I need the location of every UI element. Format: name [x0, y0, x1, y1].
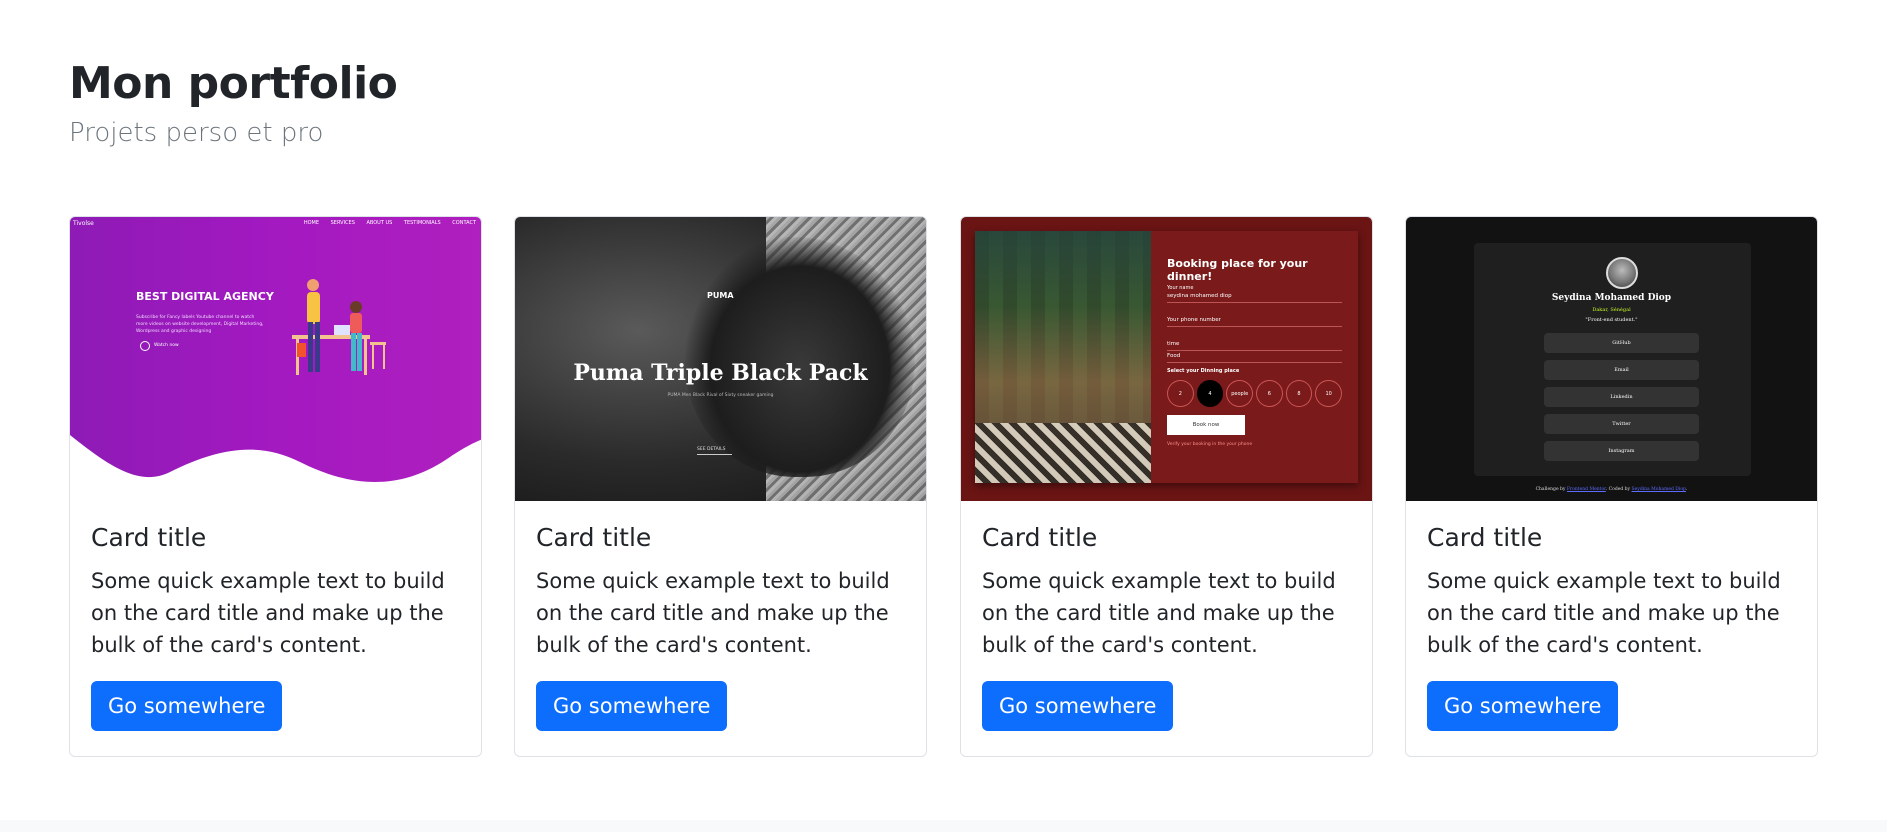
go-somewhere-button[interactable]: Go somewhere — [536, 681, 728, 731]
thumb-nav-item: SERVICES — [330, 220, 355, 226]
card-title: Card title — [91, 523, 207, 552]
profile-link: Twitter — [1544, 414, 1699, 434]
name-label: Your name — [1167, 285, 1194, 291]
food-select: Food — [1167, 353, 1342, 363]
puma-logo: PUMA — [707, 291, 734, 300]
avatar — [1606, 257, 1638, 289]
project-card: Booking place for your dinner! Your name… — [960, 216, 1373, 757]
tiled-floor — [975, 423, 1151, 483]
credit-coder-link: Seydina Mohamed Diop — [1631, 487, 1686, 492]
thumb-brand: Tivolse — [73, 220, 94, 227]
profile-tagline: "Front-end student." — [1585, 317, 1638, 323]
card-text: Some quick example text to build on the … — [1427, 569, 1781, 657]
seat-option: people — [1226, 380, 1254, 407]
seat-option: 6 — [1256, 380, 1283, 407]
thumb-headline: BEST DIGITAL AGENCY — [136, 290, 274, 303]
card-image[interactable]: Seydina Mohamed Diop Dakar, Sénégal "Fro… — [1406, 217, 1817, 501]
booking-form: Booking place for your dinner! Your name… — [1167, 257, 1343, 447]
card-image[interactable]: Tivolse HOME SERVICES ABOUT US TESTIMONI… — [70, 217, 481, 501]
project-card: Tivolse HOME SERVICES ABOUT US TESTIMONI… — [69, 216, 482, 757]
credit-author-link: Frontend Mentor — [1566, 487, 1606, 492]
thumb-nav-item: TESTIMONIALS — [403, 220, 441, 226]
card-title: Card title — [1427, 523, 1543, 552]
card-body: Card title Some quick example text to bu… — [961, 501, 1372, 753]
thumb-caption: PUMA Men Black Rival of Sixty sneaker ga… — [667, 393, 774, 398]
go-somewhere-button[interactable]: Go somewhere — [982, 681, 1174, 731]
thumb-nav: HOME SERVICES ABOUT US TESTIMONIALS CONT… — [294, 220, 476, 226]
card-title: Card title — [982, 523, 1098, 552]
page-title: Mon portfolio — [69, 58, 398, 109]
name-field: seydina mohamed diop — [1167, 293, 1342, 303]
seat-option: 8 — [1285, 380, 1313, 407]
thumb-cta: SEE DETAILS — [697, 447, 732, 455]
thumb-play-label: Watch now — [154, 343, 179, 348]
seat-options: 2 4 people 6 8 10 — [1167, 380, 1343, 407]
attribution: Challenge by Frontend Mentor. Coded by S… — [1406, 487, 1817, 492]
seat-option: 10 — [1315, 380, 1343, 407]
play-icon — [140, 341, 150, 351]
profile-link: Linkedin — [1544, 387, 1699, 407]
credit-mid: . Coded by — [1605, 487, 1631, 492]
project-card: Seydina Mohamed Diop Dakar, Sénégal "Fro… — [1405, 216, 1818, 757]
credit-prefix: Challenge by — [1535, 487, 1566, 492]
go-somewhere-button[interactable]: Go somewhere — [91, 681, 283, 731]
thumb-nav-item: HOME — [303, 220, 320, 226]
credit-suffix: . — [1685, 487, 1688, 492]
card-grid: Tivolse HOME SERVICES ABOUT US TESTIMONI… — [69, 216, 1818, 757]
card-text: Some quick example text to build on the … — [91, 569, 445, 657]
project-card: PUMA Puma Triple Black Pack PUMA Men Bla… — [514, 216, 927, 757]
wave-shape — [70, 279, 481, 501]
page-header: Mon portfolio Projets perso et pro — [69, 54, 398, 148]
card-title: Card title — [536, 523, 652, 552]
profile-link: Email — [1544, 360, 1699, 380]
profile-link: Instagram — [1544, 441, 1699, 461]
thumb-description: Subscribe for Fancy labels Youtube chann… — [136, 315, 264, 334]
card-body: Card title Some quick example text to bu… — [70, 501, 481, 753]
thumb-headline: Booking place for your dinner! — [1167, 257, 1308, 283]
card-body: Card title Some quick example text to bu… — [515, 501, 926, 753]
profile-location: Dakar, Sénégal — [1592, 307, 1631, 313]
thumb-nav-item: ABOUT US — [366, 220, 393, 226]
restaurant-photo — [975, 231, 1151, 483]
card-body: Card title Some quick example text to bu… — [1406, 501, 1817, 753]
card-image[interactable]: Booking place for your dinner! Your name… — [961, 217, 1372, 501]
phone-field: Your phone number — [1167, 317, 1342, 327]
go-somewhere-button[interactable]: Go somewhere — [1427, 681, 1619, 731]
thumb-headline: Puma Triple Black Pack — [573, 360, 868, 386]
card-image[interactable]: PUMA Puma Triple Black Pack PUMA Men Bla… — [515, 217, 926, 501]
footer-strip — [0, 820, 1887, 832]
seat-option: 2 — [1167, 380, 1194, 407]
card-text: Some quick example text to build on the … — [536, 569, 890, 657]
thumb-nav-item: CONTACT — [452, 220, 476, 226]
profile-name: Seydina Mohamed Diop — [1551, 293, 1672, 303]
card-text: Some quick example text to build on the … — [982, 569, 1336, 657]
profile-links: GitHub Email Linkedin Twitter Instagram — [1544, 333, 1699, 468]
page-subtitle: Projets perso et pro — [69, 118, 324, 148]
seat-option-selected: 4 — [1196, 380, 1224, 407]
booking-note: Verify your booking in the your phone — [1167, 442, 1253, 447]
profile-link: GitHub — [1544, 333, 1699, 353]
book-now-button: Book now — [1167, 415, 1245, 435]
dining-label: Select your Dinning place — [1167, 368, 1240, 374]
time-select: time — [1167, 341, 1342, 351]
